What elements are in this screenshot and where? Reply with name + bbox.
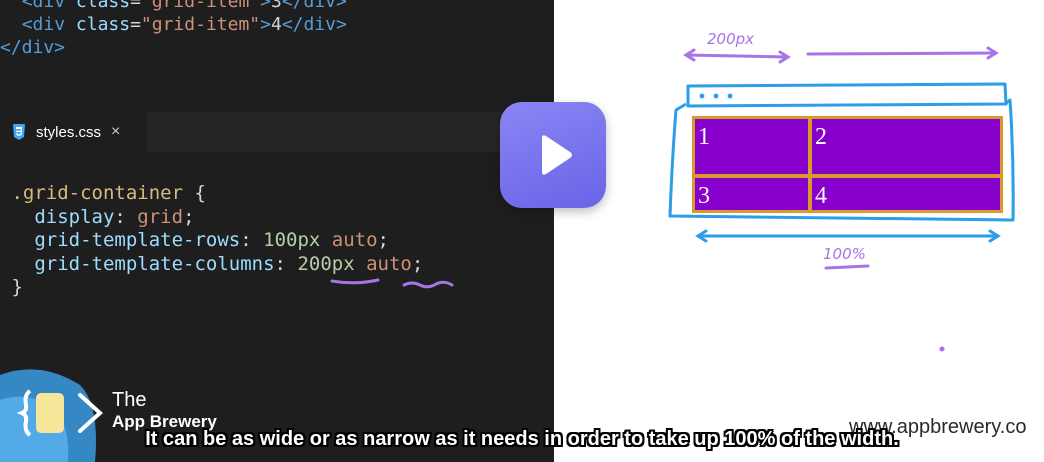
browser-titlebar-sketch bbox=[686, 82, 1008, 108]
label-100-percent: 100% bbox=[823, 245, 866, 263]
underline-100-percent bbox=[824, 264, 870, 270]
arrow-auto bbox=[806, 51, 998, 56]
grid-cell-2: 2 bbox=[815, 124, 827, 150]
label-200px: 200px bbox=[707, 30, 754, 48]
grid-cell-3: 3 bbox=[698, 183, 710, 209]
grid-cell-1: 1 bbox=[698, 124, 710, 150]
grid-cell-4: 4 bbox=[815, 183, 827, 209]
play-icon bbox=[542, 135, 572, 175]
subtitle-caption: It can be as wide or as narrow as it nee… bbox=[145, 428, 899, 450]
grid-demo: 1 2 3 4 bbox=[692, 116, 1003, 213]
pen-dot bbox=[939, 346, 945, 352]
arrow-200px bbox=[684, 53, 790, 59]
whiteboard-sketch: 200px 100% bbox=[668, 30, 1015, 352]
play-button[interactable] bbox=[500, 102, 606, 208]
